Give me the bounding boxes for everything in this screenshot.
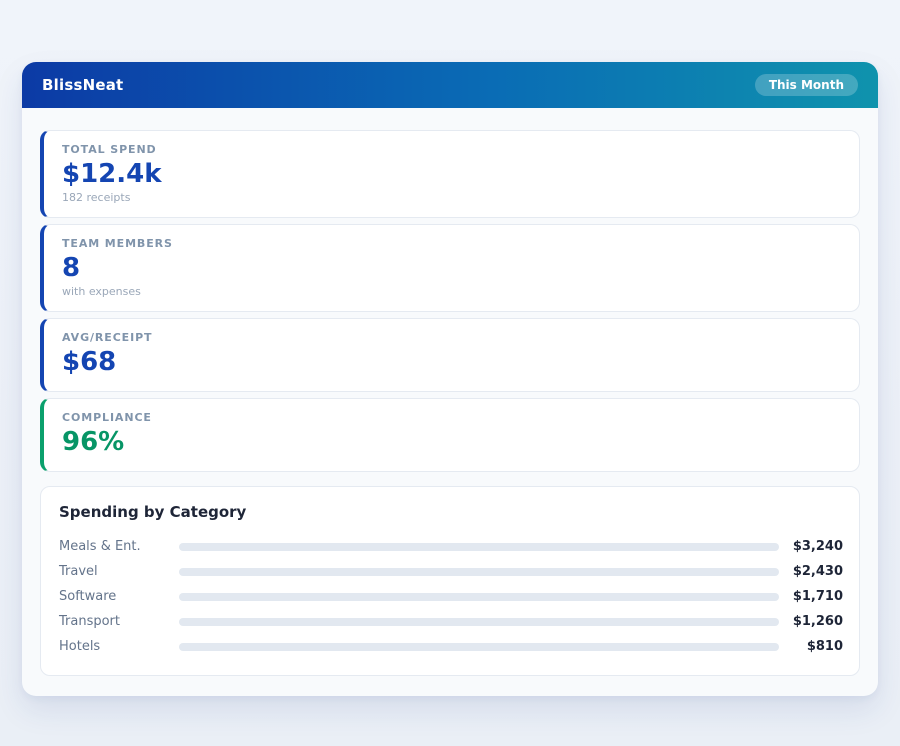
stat-card-total-spend: TOTAL SPEND $12.4k 182 receipts xyxy=(40,130,860,218)
dashboard-content: TOTAL SPEND $12.4k 182 receipts TEAM MEM… xyxy=(22,108,878,696)
stat-card-avg-receipt: AVG/RECEIPT $68 xyxy=(40,318,860,392)
stat-value: $68 xyxy=(62,345,841,379)
stat-value: 8 xyxy=(62,251,841,285)
category-value: $1,260 xyxy=(779,614,843,629)
section-title: Spending by Category xyxy=(59,503,843,521)
category-row: Software $1,710 xyxy=(59,584,843,609)
category-value: $1,710 xyxy=(779,589,843,604)
category-value: $810 xyxy=(779,639,843,654)
stat-value: 96% xyxy=(62,425,841,459)
spending-by-category-card: Spending by Category Meals & Ent. $3,240… xyxy=(40,486,860,676)
category-row: Meals & Ent. $3,240 xyxy=(59,534,843,559)
stat-sub: 182 receipts xyxy=(62,191,841,205)
app-title: BlissNeat xyxy=(42,76,123,94)
stat-sub: with expenses xyxy=(62,285,841,299)
bar-track xyxy=(179,568,779,576)
bar-track xyxy=(179,643,779,651)
stat-label: TOTAL SPEND xyxy=(62,143,841,157)
category-value: $3,240 xyxy=(779,539,843,554)
category-row: Hotels $810 xyxy=(59,634,843,659)
stat-card-compliance: COMPLIANCE 96% xyxy=(40,398,860,472)
bar-track xyxy=(179,593,779,601)
stat-label: AVG/RECEIPT xyxy=(62,331,841,345)
stat-card-team-members: TEAM MEMBERS 8 with expenses xyxy=(40,224,860,312)
stat-label: COMPLIANCE xyxy=(62,411,841,425)
app-header: BlissNeat This Month xyxy=(22,62,878,108)
bar-track xyxy=(179,618,779,626)
category-value: $2,430 xyxy=(779,564,843,579)
category-label: Transport xyxy=(59,614,179,629)
category-row: Transport $1,260 xyxy=(59,609,843,634)
dashboard-card: BlissNeat This Month TOTAL SPEND $12.4k … xyxy=(22,62,878,696)
category-label: Meals & Ent. xyxy=(59,539,179,554)
category-label: Hotels xyxy=(59,639,179,654)
stat-value: $12.4k xyxy=(62,157,841,191)
category-label: Travel xyxy=(59,564,179,579)
bar-track xyxy=(179,543,779,551)
category-label: Software xyxy=(59,589,179,604)
stat-label: TEAM MEMBERS xyxy=(62,237,841,251)
period-badge[interactable]: This Month xyxy=(755,74,858,96)
category-row: Travel $2,430 xyxy=(59,559,843,584)
